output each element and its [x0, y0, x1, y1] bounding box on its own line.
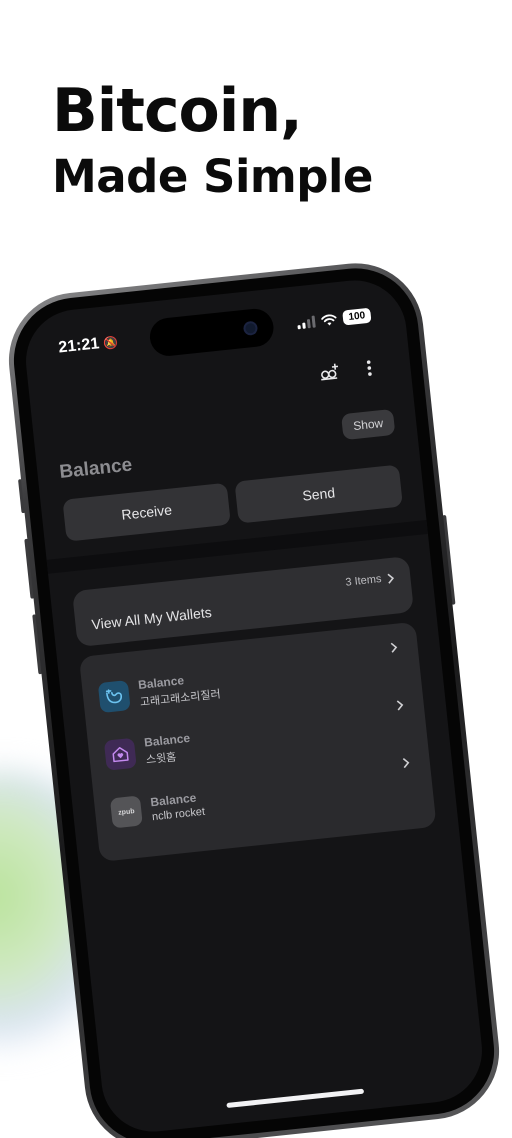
send-button[interactable]: Send: [234, 464, 403, 524]
wallet-text: Balance 고래고래소리질러: [137, 670, 221, 710]
camera-icon: [242, 320, 259, 336]
chevron-right-icon: [396, 700, 404, 711]
home-heart-icon: [103, 737, 137, 771]
chevron-right-icon: [387, 573, 394, 584]
home-indicator[interactable]: [226, 1088, 365, 1109]
wallets-count-text: 3 Items: [344, 573, 383, 589]
zpub-icon: zpub: [109, 795, 143, 829]
wallets-label: View All My Wallets: [90, 603, 213, 633]
wifi-icon: [321, 314, 337, 326]
chevron-right-icon: [390, 642, 398, 653]
bell-slash-icon: 🔕: [102, 335, 119, 351]
phone-bezel: 21:21 🔕 100 Show Balance Receive Send Vi…: [7, 262, 501, 1138]
wallet-text: Balance 스윗홈: [144, 731, 193, 768]
top-actions: [317, 356, 381, 384]
add-wallet-icon[interactable]: [317, 360, 341, 384]
headline: Bitcoin, Made Simple: [52, 78, 373, 206]
status-indicators: 100: [296, 307, 372, 331]
wallet-list: Balance 고래고래소리질러 Balance 스윗홈 zpub Balanc…: [78, 621, 437, 862]
battery-indicator: 100: [342, 307, 372, 326]
receive-button[interactable]: Receive: [62, 482, 231, 542]
more-menu-icon[interactable]: [357, 356, 381, 380]
app-screen: 21:21 🔕 100 Show Balance Receive Send Vi…: [20, 275, 488, 1137]
wallets-count: 3 Items: [345, 572, 395, 589]
phone-frame: 21:21 🔕 100 Show Balance Receive Send Vi…: [2, 256, 506, 1138]
signal-icon: [297, 315, 316, 329]
chevron-right-icon: [402, 758, 410, 769]
whale-icon: [97, 680, 131, 714]
phone-mockup: 21:21 🔕 100 Show Balance Receive Send Vi…: [2, 256, 506, 1138]
headline-line-1: Bitcoin,: [52, 76, 303, 146]
status-time-text: 21:21: [57, 335, 101, 357]
dynamic-island: [148, 306, 276, 358]
wallet-text: Balance nclb rocket: [150, 790, 206, 824]
headline-line-2: Made Simple: [52, 150, 373, 203]
promo-page: Bitcoin, Made Simple 21:21 🔕 100 Show Ba…: [0, 0, 512, 1138]
status-time: 21:21 🔕: [58, 333, 119, 357]
wallet-name: 스윗홈: [145, 751, 177, 767]
balance-title: Balance: [58, 454, 134, 483]
show-balance-button[interactable]: Show: [340, 408, 396, 441]
